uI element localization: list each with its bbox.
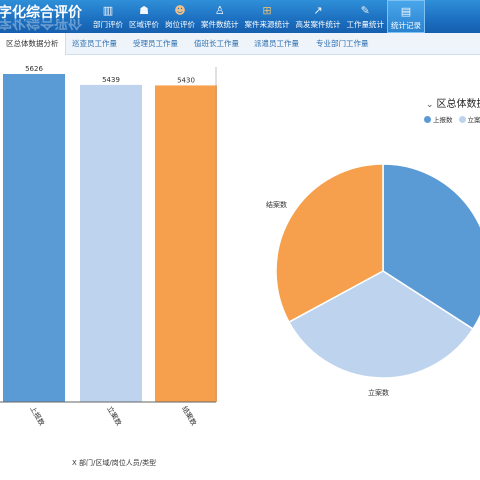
tab-4[interactable]: 派遣员工作量 — [254, 33, 299, 55]
nav-item-5[interactable]: ↗ 高发案件统计 — [293, 0, 344, 33]
bar-0 — [3, 74, 65, 402]
legend-item[interactable]: 上报数 — [424, 114, 453, 124]
header-bar: 字化综合评价 字化综合评价 ▥ 部门评价 ☗ 区域评价 ☻ 岗位评价 ♙ 案件数统计 ⊞ 案件来源… — [0, 0, 480, 33]
person-tie-icon: ♙ — [214, 3, 225, 17]
nav-item-label: 岗位评价 — [165, 20, 195, 29]
person-icon: ☻ — [174, 3, 186, 17]
nav-item-6[interactable]: ✎ 工作量统计 — [344, 0, 388, 33]
pie-label: 结案数 — [266, 200, 287, 209]
bar-category-label: 上报数 — [28, 405, 46, 428]
book-icon: ▥ — [102, 3, 114, 17]
legend-swatch — [458, 115, 466, 123]
main-nav: ▥ 部门评价 ☗ 区域评价 ☻ 岗位评价 ♙ 案件数统计 ⊞ 案件来源统计 ↗ 高发案件统计 ✎ 工作量统… — [90, 0, 425, 33]
tab-5[interactable]: 专业部门工作量 — [316, 33, 369, 55]
bar-category-label: 立案数 — [105, 405, 123, 428]
nav-item-2[interactable]: ☻ 岗位评价 — [162, 0, 198, 33]
nav-item-label: 案件来源统计 — [244, 20, 290, 29]
bar-1 — [80, 84, 142, 403]
x-axis-label: X 部门/区域/岗位人员/类型 — [72, 458, 156, 467]
trend-icon: ↗ — [313, 3, 323, 17]
pie-legend: 上报数 立案数 — [424, 114, 480, 124]
bar-value-label: 5439 — [102, 76, 120, 84]
chevron-down-icon[interactable]: ⌄ — [426, 100, 434, 110]
bar-2 — [155, 85, 217, 403]
tab-2[interactable]: 受理员工作量 — [133, 33, 178, 55]
nav-item-label: 案件数统计 — [201, 20, 239, 29]
nav-item-3[interactable]: ♙ 案件数统计 — [198, 0, 242, 33]
nav-item-label: 工作量统计 — [346, 20, 385, 29]
tools-icon: ✎ — [360, 3, 370, 17]
people-icon: ☗ — [139, 3, 149, 17]
tab-bar: 区总体数据分析 巡查员工作量 受理员工作量 值班长工作量 派遣员工作量 专业部门工作量 — [0, 33, 480, 55]
nav-item-label: 区域评价 — [129, 20, 159, 29]
nav-item-label: 统计记录 — [391, 21, 421, 30]
nav-item-0[interactable]: ▥ 部门评价 — [90, 0, 126, 33]
chart-canvas: 5626上报数5439立案数5430结案数X 部门/区域/岗位人员/类型结案数立… — [0, 65, 480, 467]
nav-item-label: 高发案件统计 — [295, 20, 341, 29]
hierarchy-icon: ⊞ — [262, 3, 272, 17]
tab-1[interactable]: 巡查员工作量 — [72, 33, 117, 55]
tab-3[interactable]: 值班长工作量 — [194, 33, 239, 55]
nav-item-4[interactable]: ⊞ 案件来源统计 — [242, 0, 293, 33]
legend-swatch — [424, 115, 431, 123]
legend-label: 上报数 — [433, 116, 453, 124]
nav-item-7[interactable]: ▤ 统计记录 — [387, 0, 425, 33]
nav-item-1[interactable]: ☗ 区域评价 — [126, 0, 162, 33]
legend-item[interactable]: 立案数 — [458, 114, 480, 124]
bar-category-label: 结案数 — [180, 405, 198, 428]
right-panel-title: ⌄区总体数据 — [426, 99, 480, 110]
app-title-reflection: 字化综合评价 — [0, 19, 82, 30]
bar-value-label: 5626 — [25, 65, 43, 73]
document-icon: ▤ — [400, 4, 412, 18]
bar-value-label: 5430 — [177, 76, 195, 84]
legend-label: 立案数 — [467, 116, 480, 124]
nav-item-label: 部门评价 — [93, 20, 123, 29]
pie-label: 立案数 — [368, 388, 389, 397]
main-content: 5626 上报数 5439 立案数 5430 结案数 X 部门/区域/岗位人员/类型 结案数立… — [0, 55, 480, 480]
tab-0[interactable]: 区总体数据分析 — [0, 33, 66, 55]
